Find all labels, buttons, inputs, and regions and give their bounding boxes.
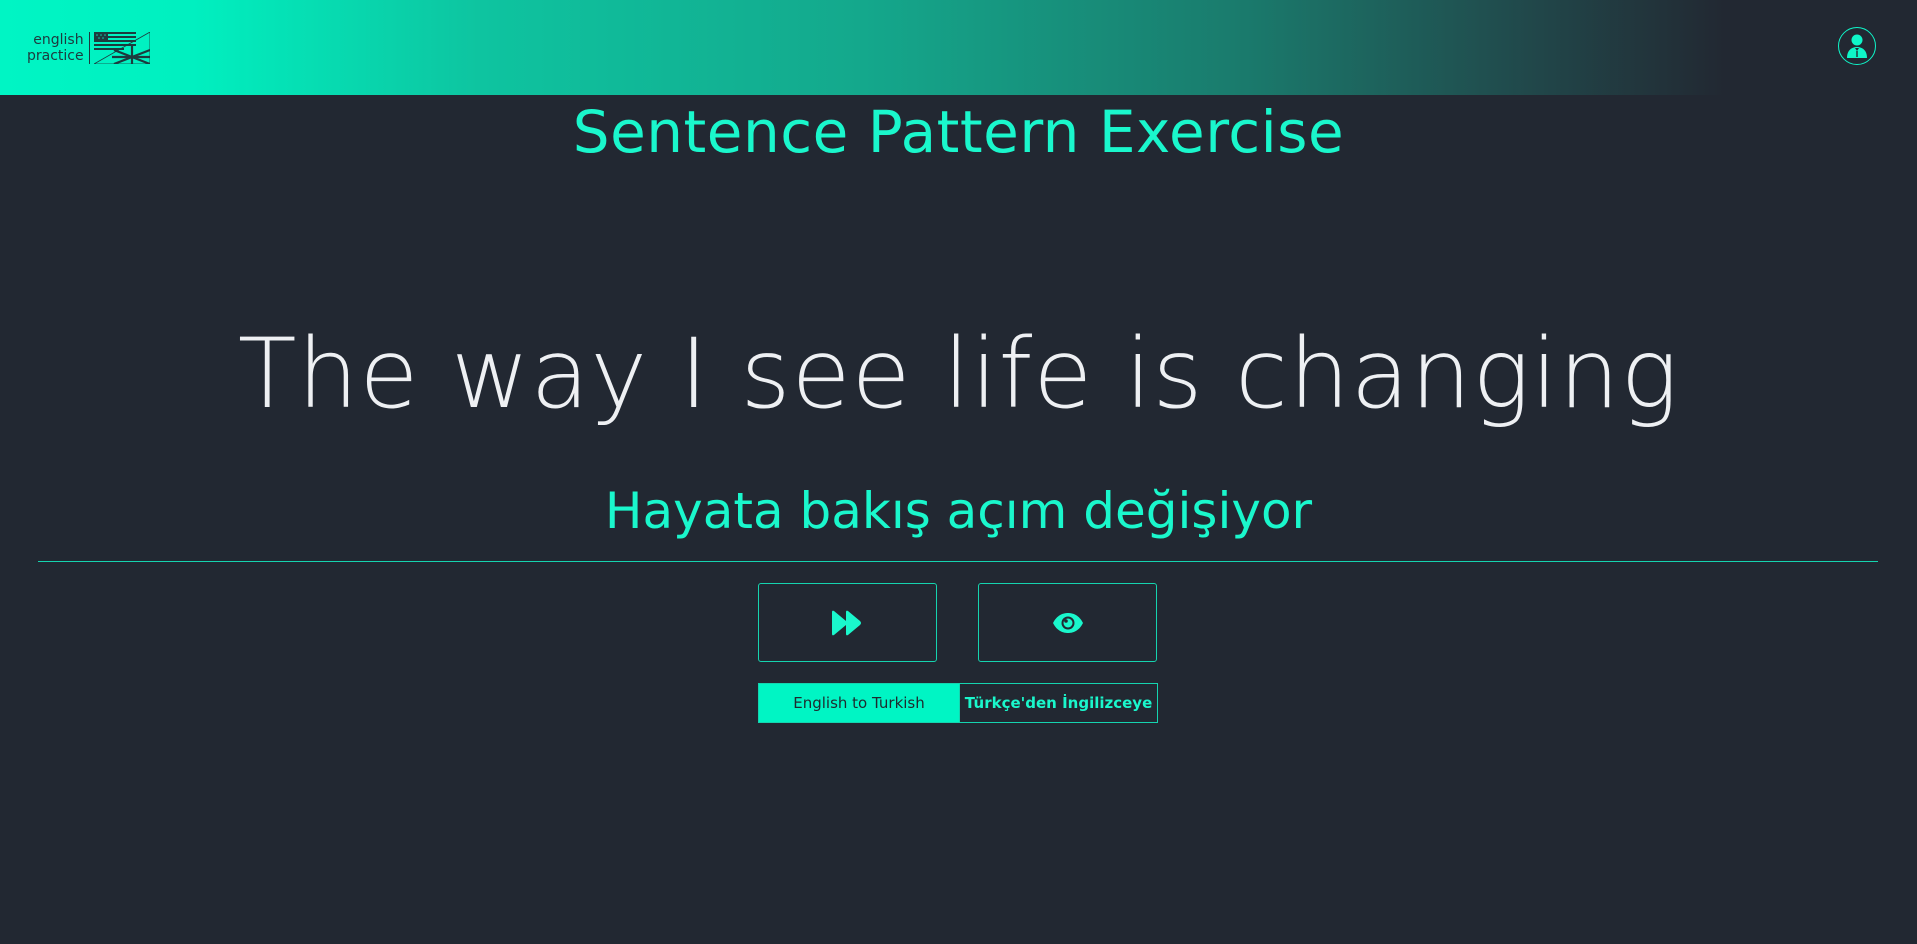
reveal-translation-button[interactable] (978, 583, 1157, 662)
next-sentence-button[interactable] (758, 583, 937, 662)
turkish-translation: Hayata bakış açım değişiyor (604, 482, 1313, 540)
turkish-to-english-option[interactable]: Türkçe'den İngilizceye (959, 684, 1157, 722)
english-to-turkish-option[interactable]: English to Turkish (759, 684, 959, 722)
page-title: Sentence Pattern Exercise (572, 98, 1345, 166)
divider (38, 561, 1878, 562)
top-bar: english practice (0, 0, 1917, 95)
user-avatar-button[interactable] (1838, 27, 1876, 65)
fast-forward-icon (831, 610, 861, 635)
eye-icon (1052, 612, 1083, 633)
user-avatar-icon (1847, 34, 1867, 58)
english-sentence: The way I see life is changing (237, 318, 1680, 430)
translation-direction-toggle: English to Turkish Türkçe'den İngilizcey… (758, 683, 1158, 723)
us-uk-flag-icon (93, 32, 150, 64)
logo-line-english: english (33, 32, 84, 48)
app-logo[interactable]: english practice (27, 32, 150, 64)
logo-text: english practice (27, 32, 90, 64)
logo-line-practice: practice (27, 48, 84, 64)
